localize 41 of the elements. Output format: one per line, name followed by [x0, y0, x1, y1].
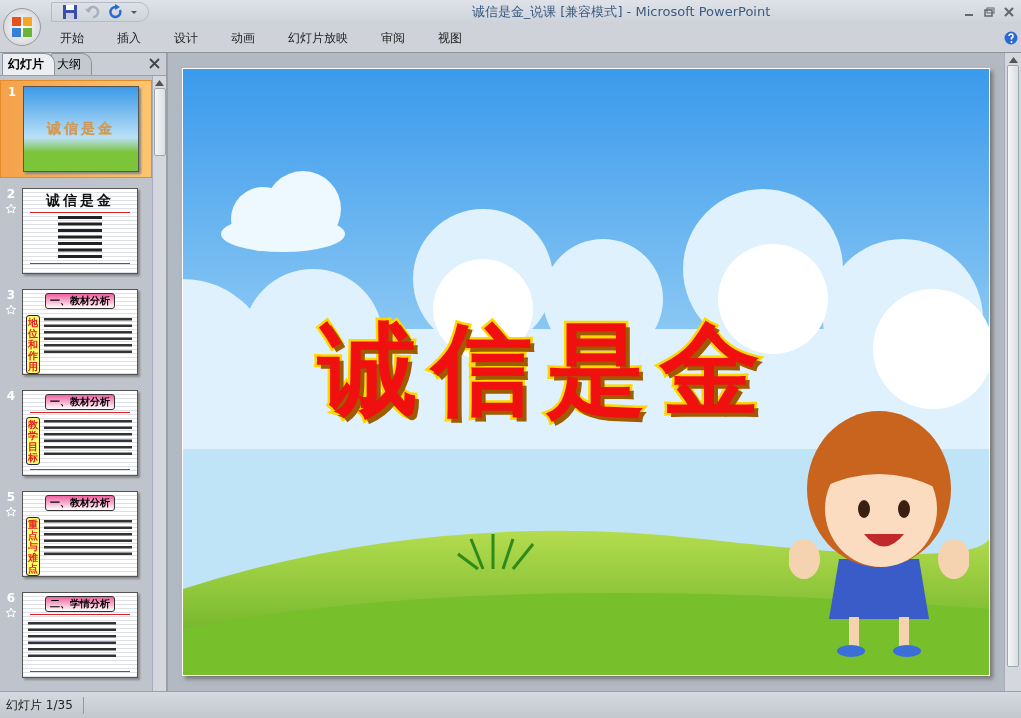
dropdown-icon[interactable] [130, 8, 138, 16]
ribbon-tab[interactable]: 设计 [172, 29, 213, 47]
slide-title: 诚信是金 [318, 310, 774, 430]
slide-number: 3 [6, 288, 16, 302]
thumbnail-heading: 一、教材分析 [45, 495, 115, 511]
slide-number: 6 [6, 591, 16, 605]
close-icon[interactable] [1003, 6, 1015, 18]
pane-tab[interactable]: 大纲 [51, 53, 92, 75]
close-icon[interactable] [149, 58, 160, 69]
pane-tab[interactable]: 幻灯片 [2, 53, 55, 75]
ribbon-tab[interactable]: 插入 [115, 29, 156, 47]
slide-item[interactable]: 2 诚信是金 [0, 183, 152, 279]
office-button[interactable] [3, 8, 41, 46]
ribbon-tab[interactable]: 幻灯片放映 [286, 29, 363, 47]
scroll-up-icon[interactable] [155, 80, 164, 86]
window-title: 诚信是金_说课 [兼容模式] - Microsoft PowerPoint [470, 3, 772, 21]
scroll-up-icon[interactable] [1008, 57, 1018, 63]
slide-item[interactable]: 5 一、教材分析 重点与难点 [0, 486, 152, 582]
thumbnail-heading: 一、教材分析 [45, 394, 115, 410]
restore-icon[interactable] [983, 6, 995, 18]
ribbon-tab[interactable]: 审阅 [379, 29, 420, 47]
slide-counter: 幻灯片 1/35 [0, 696, 84, 714]
help-icon[interactable] [1004, 31, 1018, 45]
slide-number: 1 [7, 85, 17, 99]
slide-number: 5 [6, 490, 16, 504]
slide-number: 4 [6, 389, 16, 403]
redo-icon[interactable] [108, 4, 124, 20]
ribbon-tab[interactable]: 视图 [436, 29, 477, 47]
ribbon-tab[interactable]: 开始 [58, 29, 99, 47]
thumbnail-side-label: 教学目标 [26, 417, 40, 465]
thumbnail-side-label: 地位和作用 [26, 315, 40, 374]
thumbnail-title: 诚信是金 [47, 120, 115, 138]
slide-number: 2 [6, 187, 16, 201]
ribbon-tab[interactable]: 动画 [229, 29, 270, 47]
slide-item[interactable]: 4 一、教材分析 教学目标 [0, 385, 152, 481]
thumbnail-side-label: 重点与难点 [26, 517, 40, 576]
slide-item[interactable]: 3 一、教材分析 地位和作用 [0, 284, 152, 380]
thumbnail-title: 诚信是金 [46, 192, 114, 210]
slide-item[interactable]: 6 二、学情分析 [0, 587, 152, 683]
thumbnail-heading: 一、教材分析 [45, 293, 115, 309]
thumbnail-heading: 二、学情分析 [45, 596, 115, 612]
